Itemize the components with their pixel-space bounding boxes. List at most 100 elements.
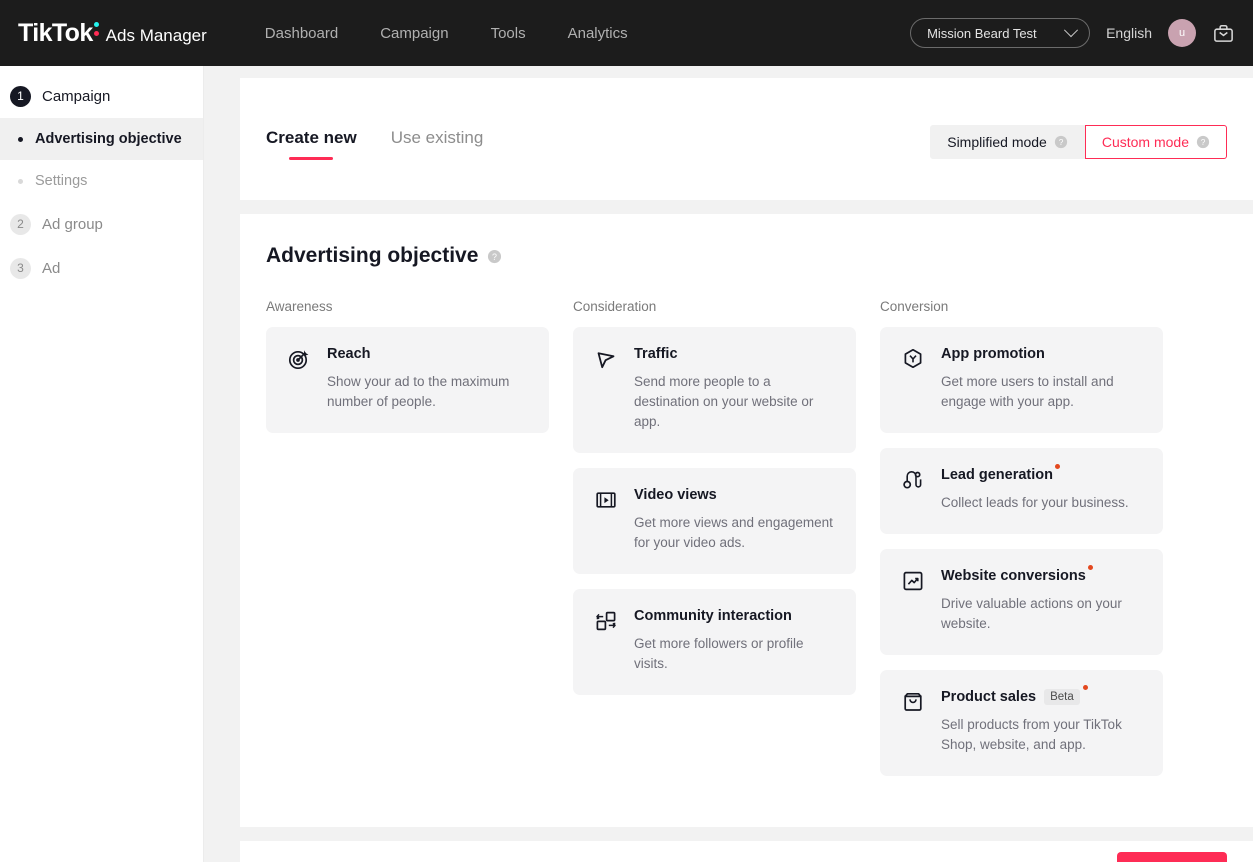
mode-toggle-group: Simplified mode ? Custom mode ? [930, 78, 1227, 159]
help-icon[interactable]: ? [1054, 135, 1068, 149]
creation-tabs: Create new Use existing [266, 78, 483, 160]
sidebar-item-advertising-objective[interactable]: Advertising objective [0, 118, 203, 160]
sidebar-step-ad-group[interactable]: 2 Ad group [0, 202, 203, 246]
objective-description: Drive valuable actions on your website. [941, 596, 1122, 631]
mode-label: Simplified mode [947, 134, 1047, 150]
objective-column-consideration: Consideration Traffic Send more people t… [573, 299, 856, 791]
objective-title: Video views [634, 487, 717, 503]
objective-card-product-sales[interactable]: Product sales Beta Sell products from yo… [880, 670, 1163, 776]
objective-title: Product sales [941, 689, 1037, 705]
sidebar-step-label: Ad group [42, 215, 103, 233]
custom-mode-button[interactable]: Custom mode ? [1084, 125, 1227, 159]
target-icon [287, 347, 311, 376]
new-dot-badge [1055, 464, 1060, 469]
step-number-badge: 3 [10, 257, 31, 279]
campaign-steps-sidebar: 1 Campaign Advertising objective Setting… [0, 66, 204, 862]
avatar[interactable]: u [1168, 19, 1196, 47]
tiktok-ads-manager-logo[interactable]: TikTok Ads Manager [18, 19, 207, 48]
new-dot-badge [1082, 685, 1088, 690]
objective-description: Sell products from your TikTok Shop, web… [941, 717, 1122, 752]
objective-card-reach[interactable]: Reach Show your ad to the maximum number… [266, 327, 549, 433]
sidebar-item-label: Settings [35, 173, 88, 189]
objective-description: Show your ad to the maximum number of pe… [327, 374, 510, 409]
objective-card-community-interaction[interactable]: Community interaction Get more followers… [573, 589, 856, 695]
objective-card-website-conversions[interactable]: Website conversions Drive valuable actio… [880, 549, 1163, 655]
tab-label: Create new [266, 128, 357, 147]
magnet-lead-icon [901, 468, 925, 497]
nav-item-dashboard[interactable]: Dashboard [265, 25, 338, 42]
section-header: Advertising objective ? [266, 244, 1227, 268]
objective-card-traffic[interactable]: Traffic Send more people to a destinatio… [573, 327, 856, 453]
community-swap-icon [594, 609, 618, 638]
mode-label: Custom mode [1101, 134, 1189, 150]
objective-title: Website conversions [941, 565, 1093, 584]
objective-title: Traffic [634, 346, 678, 362]
account-name: Mission Beard Test [927, 25, 1037, 41]
objective-card-lead-generation[interactable]: Lead generation Collect leads for your b… [880, 448, 1163, 534]
top-navigation-bar: TikTok Ads Manager Dashboard Campaign To… [0, 0, 1253, 66]
topbar-right-controls: Mission Beard Test English u [910, 18, 1235, 48]
svg-text:?: ? [1201, 137, 1206, 147]
sidebar-step-ad[interactable]: 3 Ad [0, 246, 203, 290]
bullet-icon [18, 136, 23, 142]
objective-title: App promotion [941, 346, 1045, 362]
sidebar-item-settings[interactable]: Settings [0, 160, 203, 202]
advertising-objective-panel: Advertising objective ? Awareness Reach … [240, 214, 1253, 827]
objective-description: Send more people to a destination on you… [634, 374, 814, 429]
column-heading: Consideration [573, 299, 657, 314]
tab-create-new[interactable]: Create new [266, 128, 357, 160]
tab-use-existing[interactable]: Use existing [391, 128, 484, 160]
sidebar-step-label: Campaign [42, 87, 111, 105]
continue-button[interactable]: Continue [1116, 852, 1227, 862]
help-icon[interactable]: ? [487, 249, 502, 264]
film-play-icon [594, 488, 618, 517]
bullet-icon [18, 178, 23, 184]
svg-text:?: ? [492, 252, 497, 262]
column-heading: Awareness [266, 299, 333, 314]
tab-label: Use existing [390, 128, 484, 147]
nav-item-campaign[interactable]: Campaign [380, 25, 448, 42]
svg-text:?: ? [1059, 137, 1064, 147]
new-dot-badge [1087, 565, 1093, 570]
objective-title-text: Website conversions [941, 568, 1086, 584]
main-content: Create new Use existing Simplified mode … [204, 66, 1253, 862]
primary-nav: Dashboard Campaign Tools Analytics [265, 25, 628, 42]
simplified-mode-button[interactable]: Simplified mode ? [930, 125, 1085, 159]
footer-action-bar: Continue [240, 841, 1253, 862]
objective-title: Lead generation [941, 464, 1060, 483]
objective-columns: Awareness Reach Show your ad to the maxi… [266, 299, 1227, 791]
help-icon[interactable]: ? [1196, 135, 1210, 149]
avatar-initial: u [1178, 27, 1186, 39]
language-selector[interactable]: English [1106, 25, 1152, 41]
sidebar-step-campaign[interactable]: 1 Campaign [0, 74, 203, 118]
shopping-bag-icon [901, 690, 925, 719]
step-number-badge: 2 [10, 213, 31, 235]
nav-item-tools[interactable]: Tools [491, 25, 526, 42]
objective-title-text: Lead generation [941, 467, 1053, 483]
briefcase-icon[interactable] [1212, 22, 1235, 45]
beta-badge-wrap: Beta [1044, 685, 1088, 707]
sidebar-item-label: Advertising objective [35, 131, 182, 147]
objective-card-app-promotion[interactable]: App promotion Get more users to install … [880, 327, 1163, 433]
tabs-panel: Create new Use existing Simplified mode … [240, 78, 1253, 200]
hexagon-app-icon [901, 347, 925, 376]
active-tab-underline [289, 157, 334, 160]
objective-card-video-views[interactable]: Video views Get more views and engagemen… [573, 468, 856, 574]
page-title: Advertising objective [266, 244, 479, 267]
logo-subtitle: Ads Manager [105, 25, 207, 45]
nav-item-analytics[interactable]: Analytics [568, 25, 628, 42]
logo-colon-icon [93, 20, 101, 40]
sidebar-step-label: Ad [42, 259, 61, 277]
cursor-arrow-icon [594, 347, 618, 376]
chevron-down-icon [1064, 23, 1079, 38]
objective-description: Get more views and engagement for your v… [634, 515, 833, 550]
column-heading: Conversion [880, 299, 949, 314]
objective-description: Collect leads for your business. [941, 495, 1129, 510]
step-number-badge: 1 [10, 85, 31, 107]
objective-description: Get more followers or profile visits. [634, 636, 804, 671]
objective-title: Community interaction [634, 608, 792, 624]
trending-up-icon [901, 569, 925, 598]
account-selector[interactable]: Mission Beard Test [910, 18, 1091, 48]
objective-column-awareness: Awareness Reach Show your ad to the maxi… [266, 299, 549, 791]
status-badge: Beta [1044, 689, 1080, 705]
